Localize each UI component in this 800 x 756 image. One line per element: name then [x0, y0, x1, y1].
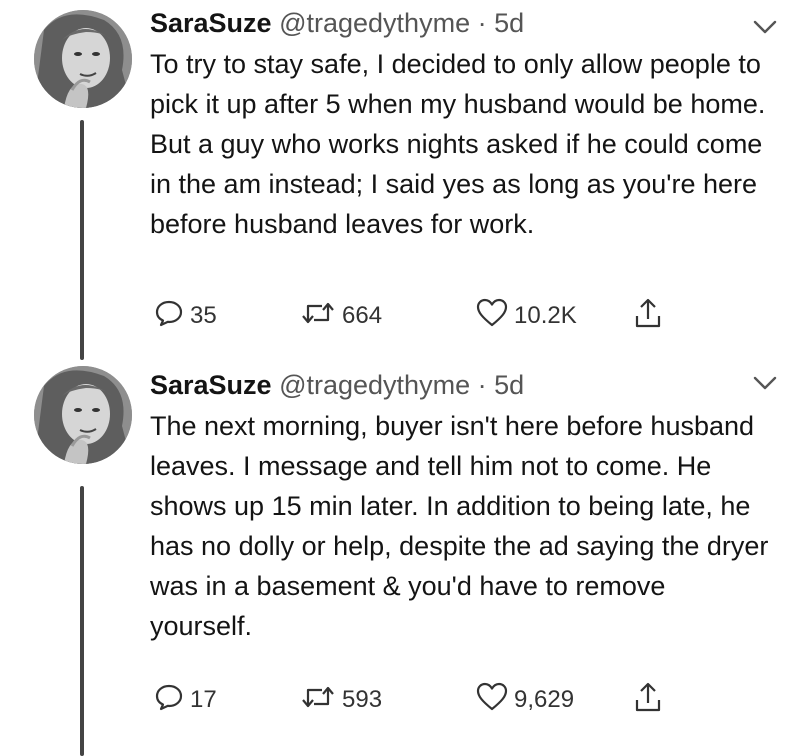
timestamp[interactable]: 5d	[494, 370, 524, 400]
tweet-text: To try to stay safe, I decided to only a…	[150, 49, 766, 239]
thread-line	[80, 486, 84, 756]
user-handle[interactable]: @tragedythyme	[279, 8, 470, 38]
separator-dot: ·	[477, 8, 487, 38]
chevron-down-icon[interactable]	[752, 374, 778, 392]
timestamp[interactable]: 5d	[494, 8, 524, 38]
user-handle[interactable]: @tragedythyme	[279, 370, 470, 400]
like-button[interactable]: 9,629	[476, 680, 574, 720]
separator-dot: ·	[477, 370, 487, 400]
display-name[interactable]: SaraSuze	[150, 370, 272, 400]
retweet-count: 593	[342, 686, 383, 713]
tweet[interactable]: SaraSuze @tragedythyme · 5d To try to st…	[0, 0, 800, 360]
heart-icon	[476, 682, 508, 719]
tweet[interactable]: SaraSuze @tragedythyme · 5d The next mor…	[0, 352, 800, 756]
thread-line	[80, 120, 84, 360]
avatar[interactable]	[34, 10, 132, 108]
reply-icon	[154, 682, 184, 719]
like-count: 9,629	[514, 686, 575, 713]
tweet-header: SaraSuze @tragedythyme · 5d	[150, 368, 770, 402]
reply-count: 35	[190, 302, 217, 329]
reply-icon	[154, 298, 184, 335]
tweet-text: The next morning, buyer isn't here befor…	[150, 411, 769, 641]
tweet-content: SaraSuze @tragedythyme · 5d The next mor…	[150, 368, 770, 646]
retweet-button[interactable]: 664	[300, 296, 382, 336]
tweet-header: SaraSuze @tragedythyme · 5d	[150, 6, 770, 40]
like-button[interactable]: 10.2K	[476, 296, 577, 336]
share-button[interactable]	[634, 680, 662, 720]
display-name[interactable]: SaraSuze	[150, 8, 272, 38]
chevron-down-icon[interactable]	[752, 18, 778, 36]
reply-count: 17	[190, 686, 217, 713]
retweet-button[interactable]: 593	[300, 680, 382, 720]
retweet-icon	[300, 683, 336, 718]
tweet-actions: 17 593 9,629	[150, 680, 710, 720]
tweet-content: SaraSuze @tragedythyme · 5d To try to st…	[150, 6, 770, 244]
retweet-count: 664	[342, 302, 383, 329]
share-icon	[634, 681, 662, 720]
tweet-actions: 35 664 10.2K	[150, 296, 710, 336]
like-count: 10.2K	[514, 302, 577, 329]
avatar[interactable]	[34, 366, 132, 464]
share-icon	[634, 297, 662, 336]
reply-button[interactable]: 35	[154, 296, 217, 336]
retweet-icon	[300, 299, 336, 334]
share-button[interactable]	[634, 296, 662, 336]
heart-icon	[476, 298, 508, 335]
reply-button[interactable]: 17	[154, 680, 217, 720]
